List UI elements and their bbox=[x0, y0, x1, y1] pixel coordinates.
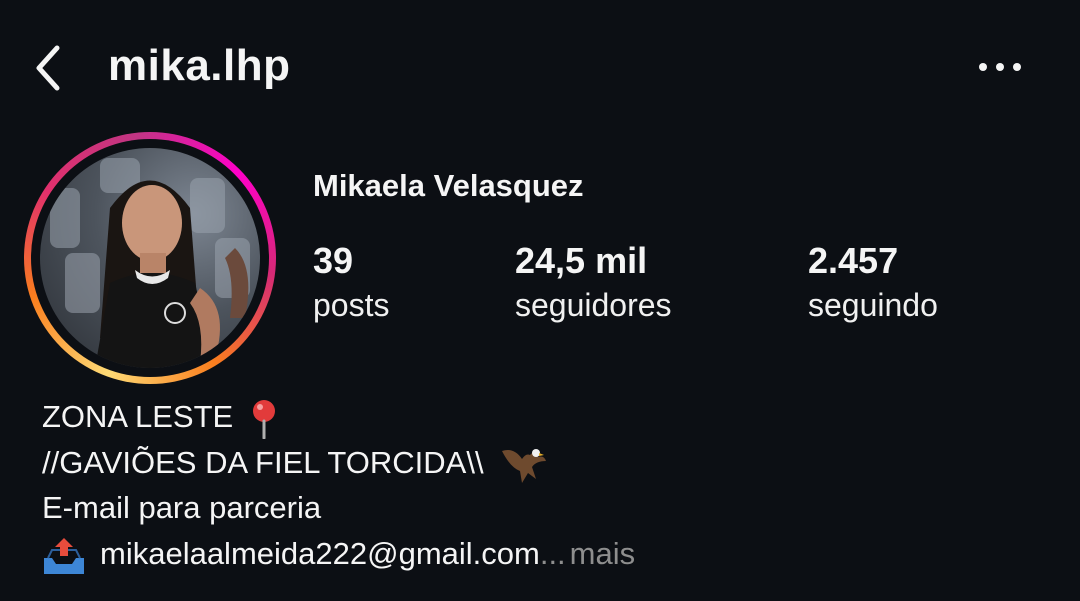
avatar bbox=[40, 148, 260, 368]
chevron-left-icon bbox=[36, 45, 60, 91]
more-horizontal-icon bbox=[979, 63, 1021, 71]
bio-ellipsis: ... bbox=[539, 535, 566, 571]
profile-header: mika.lhp bbox=[0, 0, 1080, 130]
bio-torcida-text: //GAVIÕES DA FIEL TORCIDA\\ bbox=[42, 444, 484, 480]
posts-stat[interactable]: 39 posts bbox=[313, 238, 389, 326]
following-stat[interactable]: 2.457 seguindo bbox=[808, 238, 938, 326]
bio-line-3: E-mail para parceria bbox=[42, 490, 322, 526]
profile-bio: ZONA LESTE //GAVIÕES DA FIEL TORCIDA\\ E… bbox=[42, 394, 1042, 576]
profile-avatar-story-ring[interactable] bbox=[24, 132, 276, 384]
outbox-tray-icon bbox=[44, 537, 84, 574]
posts-count: 39 bbox=[313, 240, 354, 281]
bio-line-1: ZONA LESTE bbox=[42, 394, 1042, 440]
posts-label: posts bbox=[313, 287, 390, 323]
back-button[interactable] bbox=[28, 40, 68, 96]
username-title: mika.lhp bbox=[108, 41, 291, 90]
followers-count: 24,5 mil bbox=[515, 240, 648, 281]
bio-email[interactable]: mikaelaalmeida222@gmail.com bbox=[100, 536, 540, 571]
more-options-button[interactable] bbox=[970, 50, 1030, 84]
avatar-ring-gap bbox=[31, 139, 269, 377]
bio-line-4: mikaelaalmeida222@gmail.com... mais bbox=[42, 531, 1042, 577]
avatar-photo bbox=[50, 158, 250, 368]
following-count: 2.457 bbox=[808, 240, 899, 281]
eagle-icon bbox=[502, 449, 547, 484]
followers-label: seguidores bbox=[515, 287, 672, 323]
following-label: seguindo bbox=[808, 287, 938, 323]
display-name: Mikaela Velasquez bbox=[313, 168, 584, 203]
bio-location-text: ZONA LESTE bbox=[42, 399, 234, 434]
bio-line-2: //GAVIÕES DA FIEL TORCIDA\\ bbox=[42, 440, 1042, 486]
followers-stat[interactable]: 24,5 mil seguidores bbox=[515, 238, 672, 326]
round-pushpin-icon bbox=[252, 399, 275, 439]
bio-more-link[interactable]: mais bbox=[570, 536, 635, 571]
